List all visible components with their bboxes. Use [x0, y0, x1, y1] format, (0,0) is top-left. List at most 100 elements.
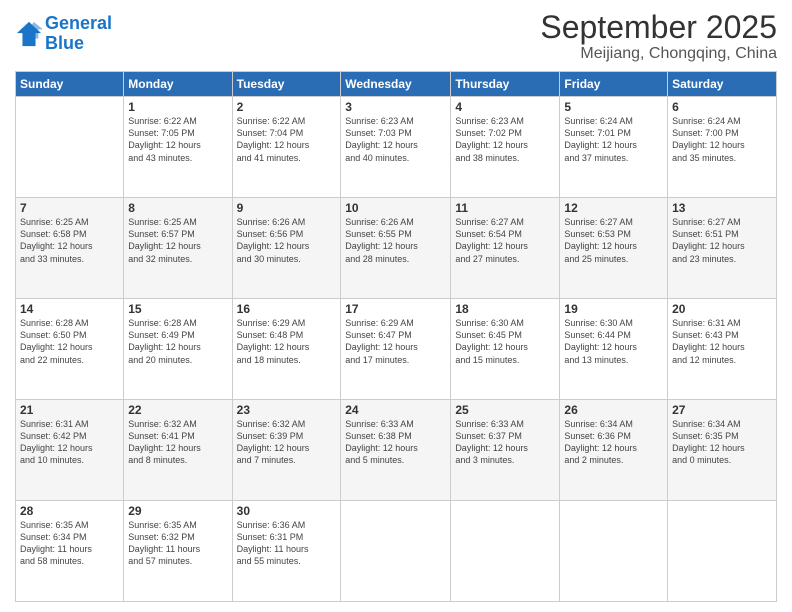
- day-number: 18: [455, 302, 555, 316]
- day-number: 21: [20, 403, 119, 417]
- day-info: Sunrise: 6:30 AM Sunset: 6:44 PM Dayligh…: [564, 317, 663, 366]
- day-info: Sunrise: 6:36 AM Sunset: 6:31 PM Dayligh…: [237, 519, 337, 568]
- day-number: 24: [345, 403, 446, 417]
- day-info: Sunrise: 6:24 AM Sunset: 7:01 PM Dayligh…: [564, 115, 663, 164]
- day-number: 19: [564, 302, 663, 316]
- weekday-header: Friday: [560, 72, 668, 97]
- day-info: Sunrise: 6:33 AM Sunset: 6:38 PM Dayligh…: [345, 418, 446, 467]
- day-info: Sunrise: 6:27 AM Sunset: 6:53 PM Dayligh…: [564, 216, 663, 265]
- day-info: Sunrise: 6:30 AM Sunset: 6:45 PM Dayligh…: [455, 317, 555, 366]
- day-number: 5: [564, 100, 663, 114]
- day-info: Sunrise: 6:24 AM Sunset: 7:00 PM Dayligh…: [672, 115, 772, 164]
- day-info: Sunrise: 6:27 AM Sunset: 6:51 PM Dayligh…: [672, 216, 772, 265]
- day-number: 22: [128, 403, 227, 417]
- day-info: Sunrise: 6:33 AM Sunset: 6:37 PM Dayligh…: [455, 418, 555, 467]
- day-info: Sunrise: 6:27 AM Sunset: 6:54 PM Dayligh…: [455, 216, 555, 265]
- day-info: Sunrise: 6:35 AM Sunset: 6:32 PM Dayligh…: [128, 519, 227, 568]
- calendar-week-row: 1Sunrise: 6:22 AM Sunset: 7:05 PM Daylig…: [16, 97, 777, 198]
- calendar-cell: 11Sunrise: 6:27 AM Sunset: 6:54 PM Dayli…: [451, 198, 560, 299]
- calendar-cell: 6Sunrise: 6:24 AM Sunset: 7:00 PM Daylig…: [668, 97, 777, 198]
- day-number: 13: [672, 201, 772, 215]
- calendar-cell: 22Sunrise: 6:32 AM Sunset: 6:41 PM Dayli…: [124, 400, 232, 501]
- day-number: 25: [455, 403, 555, 417]
- calendar-week-row: 28Sunrise: 6:35 AM Sunset: 6:34 PM Dayli…: [16, 501, 777, 602]
- calendar-cell: 15Sunrise: 6:28 AM Sunset: 6:49 PM Dayli…: [124, 299, 232, 400]
- day-number: 20: [672, 302, 772, 316]
- calendar-cell: 25Sunrise: 6:33 AM Sunset: 6:37 PM Dayli…: [451, 400, 560, 501]
- calendar-table: SundayMondayTuesdayWednesdayThursdayFrid…: [15, 71, 777, 602]
- logo-text: General Blue: [45, 14, 112, 54]
- day-number: 1: [128, 100, 227, 114]
- calendar-cell: [16, 97, 124, 198]
- calendar-week-row: 14Sunrise: 6:28 AM Sunset: 6:50 PM Dayli…: [16, 299, 777, 400]
- day-number: 3: [345, 100, 446, 114]
- calendar-cell: 18Sunrise: 6:30 AM Sunset: 6:45 PM Dayli…: [451, 299, 560, 400]
- calendar-cell: 13Sunrise: 6:27 AM Sunset: 6:51 PM Dayli…: [668, 198, 777, 299]
- header: General Blue September 2025 Meijiang, Ch…: [15, 10, 777, 63]
- day-info: Sunrise: 6:22 AM Sunset: 7:04 PM Dayligh…: [237, 115, 337, 164]
- calendar-cell: 28Sunrise: 6:35 AM Sunset: 6:34 PM Dayli…: [16, 501, 124, 602]
- page: General Blue September 2025 Meijiang, Ch…: [0, 0, 792, 612]
- title-block: September 2025 Meijiang, Chongqing, Chin…: [540, 10, 777, 63]
- calendar-cell: 16Sunrise: 6:29 AM Sunset: 6:48 PM Dayli…: [232, 299, 341, 400]
- day-number: 14: [20, 302, 119, 316]
- calendar-header-row: SundayMondayTuesdayWednesdayThursdayFrid…: [16, 72, 777, 97]
- calendar-cell: 1Sunrise: 6:22 AM Sunset: 7:05 PM Daylig…: [124, 97, 232, 198]
- calendar-cell: 7Sunrise: 6:25 AM Sunset: 6:58 PM Daylig…: [16, 198, 124, 299]
- day-info: Sunrise: 6:26 AM Sunset: 6:56 PM Dayligh…: [237, 216, 337, 265]
- day-number: 29: [128, 504, 227, 518]
- calendar-cell: 4Sunrise: 6:23 AM Sunset: 7:02 PM Daylig…: [451, 97, 560, 198]
- day-number: 17: [345, 302, 446, 316]
- day-number: 2: [237, 100, 337, 114]
- logo-line2: Blue: [45, 33, 84, 53]
- day-number: 6: [672, 100, 772, 114]
- calendar-cell: 20Sunrise: 6:31 AM Sunset: 6:43 PM Dayli…: [668, 299, 777, 400]
- day-number: 30: [237, 504, 337, 518]
- day-info: Sunrise: 6:34 AM Sunset: 6:36 PM Dayligh…: [564, 418, 663, 467]
- calendar-cell: [341, 501, 451, 602]
- month-title: September 2025: [540, 10, 777, 45]
- day-info: Sunrise: 6:34 AM Sunset: 6:35 PM Dayligh…: [672, 418, 772, 467]
- calendar-cell: [560, 501, 668, 602]
- day-number: 11: [455, 201, 555, 215]
- calendar-cell: 27Sunrise: 6:34 AM Sunset: 6:35 PM Dayli…: [668, 400, 777, 501]
- day-info: Sunrise: 6:31 AM Sunset: 6:42 PM Dayligh…: [20, 418, 119, 467]
- day-info: Sunrise: 6:23 AM Sunset: 7:03 PM Dayligh…: [345, 115, 446, 164]
- calendar-cell: 8Sunrise: 6:25 AM Sunset: 6:57 PM Daylig…: [124, 198, 232, 299]
- weekday-header: Thursday: [451, 72, 560, 97]
- day-info: Sunrise: 6:25 AM Sunset: 6:57 PM Dayligh…: [128, 216, 227, 265]
- calendar-cell: 29Sunrise: 6:35 AM Sunset: 6:32 PM Dayli…: [124, 501, 232, 602]
- calendar-cell: 9Sunrise: 6:26 AM Sunset: 6:56 PM Daylig…: [232, 198, 341, 299]
- logo: General Blue: [15, 14, 112, 54]
- day-info: Sunrise: 6:26 AM Sunset: 6:55 PM Dayligh…: [345, 216, 446, 265]
- day-info: Sunrise: 6:28 AM Sunset: 6:50 PM Dayligh…: [20, 317, 119, 366]
- logo-icon: [15, 20, 43, 48]
- day-info: Sunrise: 6:25 AM Sunset: 6:58 PM Dayligh…: [20, 216, 119, 265]
- calendar-cell: [668, 501, 777, 602]
- location: Meijiang, Chongqing, China: [540, 45, 777, 63]
- calendar-cell: 12Sunrise: 6:27 AM Sunset: 6:53 PM Dayli…: [560, 198, 668, 299]
- day-number: 26: [564, 403, 663, 417]
- calendar-cell: 3Sunrise: 6:23 AM Sunset: 7:03 PM Daylig…: [341, 97, 451, 198]
- day-number: 4: [455, 100, 555, 114]
- calendar-cell: 30Sunrise: 6:36 AM Sunset: 6:31 PM Dayli…: [232, 501, 341, 602]
- calendar-cell: 14Sunrise: 6:28 AM Sunset: 6:50 PM Dayli…: [16, 299, 124, 400]
- day-number: 23: [237, 403, 337, 417]
- day-info: Sunrise: 6:35 AM Sunset: 6:34 PM Dayligh…: [20, 519, 119, 568]
- weekday-header: Sunday: [16, 72, 124, 97]
- day-info: Sunrise: 6:28 AM Sunset: 6:49 PM Dayligh…: [128, 317, 227, 366]
- day-info: Sunrise: 6:29 AM Sunset: 6:48 PM Dayligh…: [237, 317, 337, 366]
- day-info: Sunrise: 6:22 AM Sunset: 7:05 PM Dayligh…: [128, 115, 227, 164]
- weekday-header: Tuesday: [232, 72, 341, 97]
- day-info: Sunrise: 6:31 AM Sunset: 6:43 PM Dayligh…: [672, 317, 772, 366]
- calendar-cell: 24Sunrise: 6:33 AM Sunset: 6:38 PM Dayli…: [341, 400, 451, 501]
- calendar-cell: 10Sunrise: 6:26 AM Sunset: 6:55 PM Dayli…: [341, 198, 451, 299]
- day-info: Sunrise: 6:29 AM Sunset: 6:47 PM Dayligh…: [345, 317, 446, 366]
- calendar-cell: 2Sunrise: 6:22 AM Sunset: 7:04 PM Daylig…: [232, 97, 341, 198]
- day-number: 27: [672, 403, 772, 417]
- day-number: 12: [564, 201, 663, 215]
- day-number: 8: [128, 201, 227, 215]
- day-number: 15: [128, 302, 227, 316]
- day-info: Sunrise: 6:32 AM Sunset: 6:39 PM Dayligh…: [237, 418, 337, 467]
- calendar-cell: 26Sunrise: 6:34 AM Sunset: 6:36 PM Dayli…: [560, 400, 668, 501]
